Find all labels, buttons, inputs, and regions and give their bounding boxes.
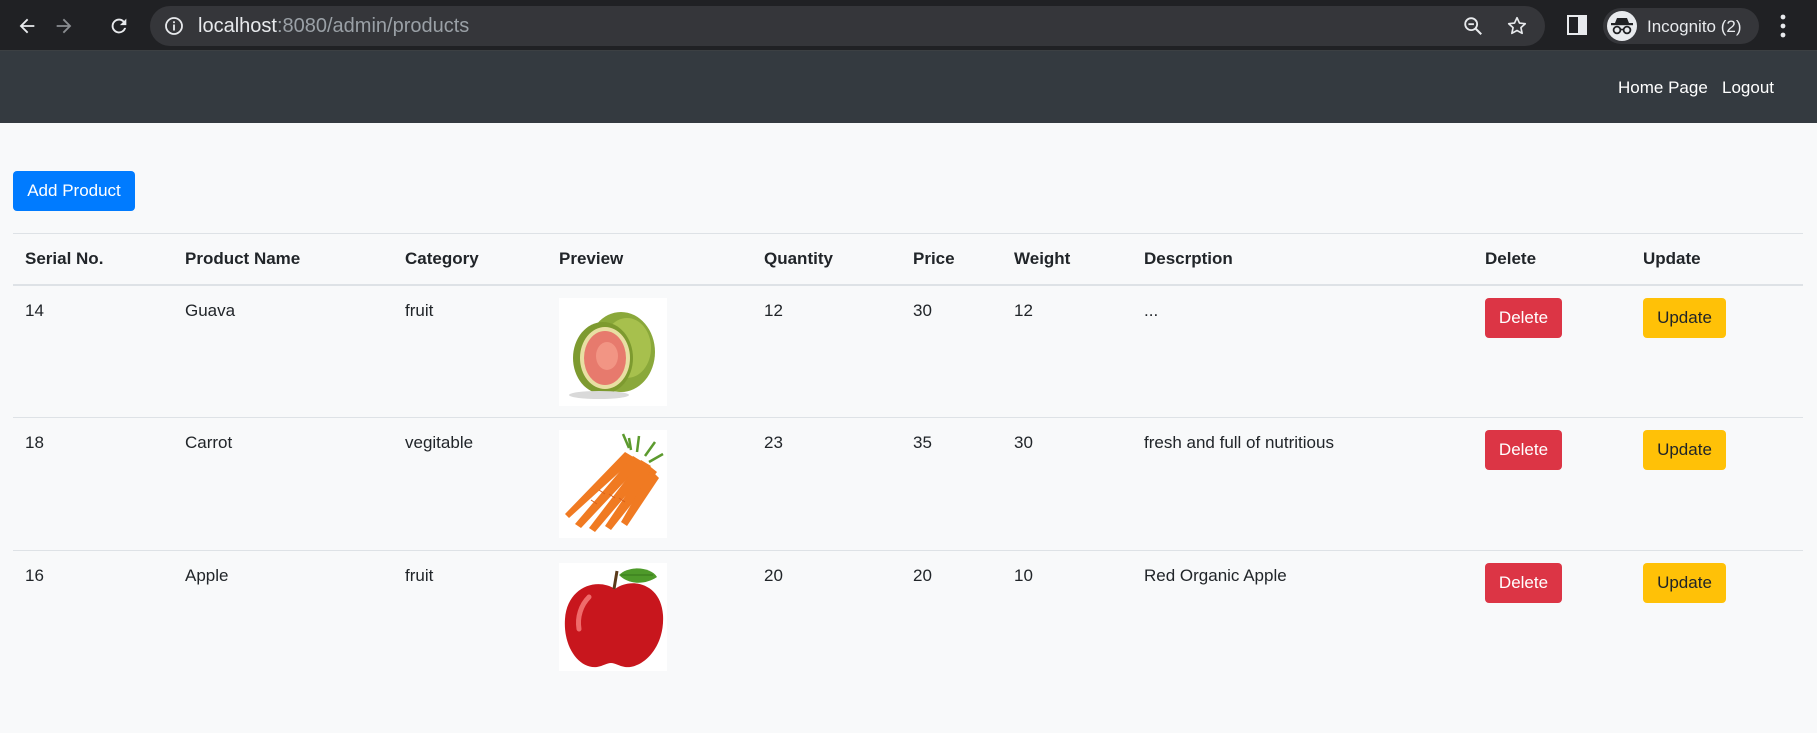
cell-product-name: Guava [173, 284, 393, 418]
url-host: localhost [198, 15, 277, 37]
forward-arrow-icon [56, 18, 72, 34]
cell-preview [547, 284, 752, 418]
cell-category: vegitable [393, 417, 547, 551]
delete-button[interactable]: Delete [1485, 563, 1562, 603]
products-table: Serial No. Product Name Category Preview… [13, 233, 1803, 684]
delete-button[interactable]: Delete [1485, 297, 1562, 338]
nav-link-home-page[interactable]: Home Page [1618, 78, 1708, 98]
reload-icon [111, 18, 127, 34]
url-path: :8080/admin/products [276, 15, 470, 37]
cell-price: 35 [901, 417, 1002, 551]
cell-product-name: Carrot [173, 417, 393, 551]
more-menu-icon[interactable] [1777, 13, 1789, 39]
nav-link-logout[interactable]: Logout [1722, 78, 1774, 98]
cell-update: Update [1631, 417, 1803, 551]
table-row: 16 Apple fruit 20 20 10 Red Organic Appl… [13, 550, 1803, 684]
cell-quantity: 23 [752, 417, 901, 551]
add-product-button[interactable]: Add Product [13, 171, 135, 211]
cell-category: fruit [393, 550, 547, 684]
column-header-category: Category [393, 233, 547, 286]
cell-delete: Delete [1473, 284, 1631, 418]
column-header-description: Descrption [1132, 233, 1473, 286]
app-navbar: Home Page Logout [0, 51, 1817, 123]
table-row: 14 Guava fruit 12 30 12 ... Delete Updat… [13, 284, 1803, 418]
incognito-label: Incognito (2) [1647, 17, 1742, 36]
column-header-delete: Delete [1473, 233, 1631, 286]
cell-preview [547, 550, 752, 684]
table-row: 18 Carrot vegitable 23 35 30 fresh and f… [13, 417, 1803, 551]
apple-image [559, 563, 667, 671]
cell-category: fruit [393, 284, 547, 418]
guava-image [559, 297, 667, 406]
cell-price: 20 [901, 550, 1002, 684]
cell-weight: 12 [1002, 284, 1132, 418]
cell-quantity: 12 [752, 284, 901, 418]
address-bar[interactable]: localhost:8080/admin/products [150, 6, 1545, 46]
update-button[interactable]: Update [1643, 563, 1726, 603]
cell-preview [547, 417, 752, 551]
cell-update: Update [1631, 550, 1803, 684]
cell-product-name: Apple [173, 550, 393, 684]
update-button[interactable]: Update [1643, 430, 1726, 470]
cell-weight: 10 [1002, 550, 1132, 684]
cell-description: Red Organic Apple [1132, 550, 1473, 684]
update-button[interactable]: Update [1643, 297, 1726, 338]
carrot-image [559, 430, 667, 538]
cell-delete: Delete [1473, 417, 1631, 551]
cell-delete: Delete [1473, 550, 1631, 684]
forward-button[interactable] [48, 10, 80, 42]
cell-update: Update [1631, 284, 1803, 418]
table-header-row: Serial No. Product Name Category Preview… [13, 233, 1803, 286]
star-icon[interactable] [1506, 15, 1528, 37]
back-arrow-icon [19, 18, 35, 34]
column-header-product-name: Product Name [173, 233, 393, 286]
cell-serial: 16 [13, 550, 173, 684]
delete-button[interactable]: Delete [1485, 430, 1562, 470]
browser-toolbar: localhost:8080/admin/products Incognito … [0, 0, 1817, 51]
column-header-quantity: Quantity [752, 233, 901, 286]
cell-serial: 18 [13, 417, 173, 551]
info-icon[interactable] [164, 16, 184, 36]
back-button[interactable] [11, 10, 43, 42]
column-header-price: Price [901, 233, 1002, 286]
incognito-profile-button[interactable]: Incognito (2) [1603, 8, 1759, 44]
zoom-out-icon[interactable] [1462, 15, 1484, 37]
side-panel-icon[interactable] [1566, 14, 1588, 36]
url-text: localhost:8080/admin/products [198, 15, 469, 37]
cell-weight: 30 [1002, 417, 1132, 551]
incognito-icon [1607, 11, 1637, 41]
cell-description: fresh and full of nutritious [1132, 417, 1473, 551]
cell-serial: 14 [13, 284, 173, 418]
reload-button[interactable] [103, 10, 135, 42]
cell-price: 30 [901, 284, 1002, 418]
column-header-weight: Weight [1002, 233, 1132, 286]
cell-description: ... [1132, 284, 1473, 418]
column-header-serial: Serial No. [13, 233, 173, 286]
column-header-update: Update [1631, 233, 1803, 286]
cell-quantity: 20 [752, 550, 901, 684]
column-header-preview: Preview [547, 233, 752, 286]
